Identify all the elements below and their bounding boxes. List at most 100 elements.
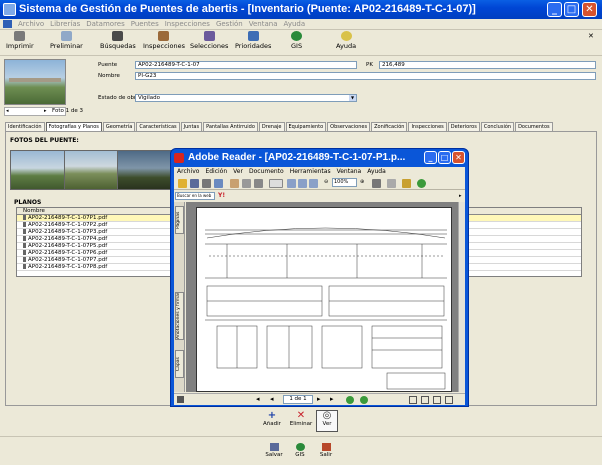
pk-field[interactable]: 216,489 (379, 61, 596, 69)
menu-ventana[interactable]: Ventana (246, 19, 281, 28)
tab-observaciones[interactable]: Observaciones (327, 122, 371, 131)
prev-page-icon[interactable]: ◂ (270, 395, 274, 403)
menu-puentes[interactable]: Puentes (128, 19, 162, 28)
tab-fotografias-planos[interactable]: Fotografías y Planos (45, 122, 102, 131)
adobe-menu-archivo[interactable]: Archivo (174, 167, 202, 175)
minimize-button[interactable]: _ (547, 2, 562, 17)
menu-gestion[interactable]: Gestión (213, 19, 246, 28)
tab-drenaje[interactable]: Drenaje (258, 122, 285, 131)
prioridades-button[interactable]: Prioridades (235, 31, 271, 50)
tab-zonificacion[interactable]: Zonificación (371, 122, 408, 131)
zoom-level-field[interactable]: 100% (332, 178, 357, 187)
imprimir-button[interactable]: Imprimir (6, 31, 34, 50)
close-child-icon[interactable]: ✕ (588, 32, 594, 40)
estado-select[interactable]: Vigilado ▼ (135, 94, 357, 102)
view-plan-button[interactable]: ◎ Ver (316, 410, 338, 432)
adobe-menu-herramientas[interactable]: Herramientas (287, 167, 334, 175)
selecciones-button[interactable]: Selecciones (190, 31, 228, 50)
nombre-field[interactable]: PI-G23 (135, 72, 596, 80)
ayuda-button[interactable]: Ayuda (336, 31, 356, 50)
go-forward-icon[interactable] (360, 396, 368, 404)
next-photo-icon[interactable]: ▸ (44, 108, 47, 114)
adobe-reader-window[interactable]: Adobe Reader - [AP02-216489-T-C-1-07-P1.… (170, 148, 469, 407)
tab-deterioros[interactable]: Deterioros (447, 122, 480, 131)
zoom-in-icon[interactable]: ⊕ (360, 179, 364, 185)
fit-page-icon[interactable] (298, 179, 307, 188)
comments-icon[interactable] (402, 179, 411, 188)
preliminar-button[interactable]: Preliminar (50, 31, 83, 50)
pk-label: PK (366, 62, 373, 68)
adobe-close-button[interactable]: ✕ (452, 151, 465, 164)
menu-datamores[interactable]: Datamores (83, 19, 128, 28)
pages-tab[interactable]: Páginas (175, 206, 184, 234)
tab-juntas[interactable]: Juntas (180, 122, 203, 131)
yahoo-search-icon[interactable]: Y! (218, 192, 225, 199)
close-button[interactable]: ✕ (582, 2, 597, 17)
tab-identificacion[interactable]: Identificación (5, 122, 45, 131)
tab-documentos[interactable]: Documentos (515, 122, 553, 131)
continuous-icon[interactable] (421, 396, 429, 404)
layers-tab[interactable]: Capas (175, 350, 184, 378)
menu-librerias[interactable]: Librerías (47, 19, 83, 28)
go-back-icon[interactable] (346, 396, 354, 404)
page-layout-icon[interactable] (387, 179, 396, 188)
adobe-maximize-button[interactable]: □ (438, 151, 451, 164)
page-number-field[interactable]: 1 de 1 (283, 395, 313, 404)
adobe-search-box[interactable]: Buscar en la web (175, 192, 215, 200)
menu-ayuda[interactable]: Ayuda (281, 19, 309, 28)
maximize-button[interactable]: □ (564, 2, 579, 17)
email-icon[interactable] (214, 179, 223, 188)
save-button[interactable]: Salvar (263, 442, 285, 463)
actual-size-icon[interactable] (287, 179, 296, 188)
zoom-tool-icon[interactable] (269, 179, 283, 188)
annotations-tab[interactable]: Anotaciones y firmas (175, 292, 184, 340)
continuous-facing-icon[interactable] (445, 396, 453, 404)
save-copy-icon[interactable] (190, 179, 199, 188)
adobe-minimize-button[interactable]: _ (424, 151, 437, 164)
select-text-icon[interactable] (242, 179, 251, 188)
next-page-icon[interactable]: ▸ (317, 395, 321, 403)
adobe-menu-ayuda[interactable]: Ayuda (364, 167, 389, 175)
print-icon[interactable] (202, 179, 211, 188)
rotate-icon[interactable] (372, 179, 381, 188)
add-plan-button[interactable]: + Añadir (259, 410, 285, 432)
adobe-vertical-scrollbar[interactable] (458, 202, 465, 392)
first-page-icon[interactable]: ◂ (256, 395, 260, 403)
busquedas-button[interactable]: Búsquedas (100, 31, 136, 50)
prev-photo-icon[interactable]: ◂ (6, 108, 9, 114)
puente-field[interactable]: AP02-216489-T-C-1-07 (135, 61, 357, 69)
single-page-icon[interactable] (409, 396, 417, 404)
adobe-menu-ventana[interactable]: Ventana (334, 167, 365, 175)
panel-arrow-icon[interactable]: ▸ (459, 193, 462, 199)
acrobat-online-icon[interactable] (417, 179, 426, 188)
photo-thumbnail[interactable] (64, 150, 119, 190)
gis-button[interactable]: GIS (291, 31, 302, 50)
gis-bottom-button[interactable]: GIS (289, 442, 311, 463)
menu-archivo[interactable]: Archivo (15, 19, 47, 28)
tab-inspecciones[interactable]: Inspecciones (408, 122, 447, 131)
photo-thumbnail[interactable] (117, 150, 172, 190)
zoom-out-icon[interactable]: ⊖ (324, 179, 328, 185)
delete-plan-button[interactable]: ✕ Eliminar (287, 410, 315, 432)
dropdown-arrow-icon[interactable]: ▼ (349, 95, 356, 101)
tab-conclusion[interactable]: Conclusión (480, 122, 515, 131)
adobe-menu-edicion[interactable]: Edición (202, 167, 230, 175)
photo-thumbnail[interactable] (10, 150, 65, 190)
snapshot-icon[interactable] (254, 179, 263, 188)
adobe-menu-ver[interactable]: Ver (230, 167, 246, 175)
tab-geometria[interactable]: Geometría (102, 122, 136, 131)
facing-icon[interactable] (433, 396, 441, 404)
last-page-icon[interactable]: ▸ (330, 395, 334, 403)
tab-pantallas[interactable]: Pantallas Antirruido (203, 122, 258, 131)
open-folder-icon[interactable] (178, 179, 187, 188)
tab-equipamiento[interactable]: Equipamiento (285, 122, 327, 131)
fit-width-icon[interactable] (309, 179, 318, 188)
inspecciones-button[interactable]: Inspecciones (143, 31, 185, 50)
adobe-menu-documento[interactable]: Documento (246, 167, 287, 175)
hand-tool-icon[interactable] (230, 179, 239, 188)
tab-caracteristicas[interactable]: Características (136, 122, 180, 131)
pdf-page[interactable] (196, 207, 452, 392)
exit-button[interactable]: Salir (315, 442, 337, 463)
menu-inspecciones[interactable]: Inspecciones (162, 19, 213, 28)
adobe-document-area[interactable] (186, 202, 458, 392)
